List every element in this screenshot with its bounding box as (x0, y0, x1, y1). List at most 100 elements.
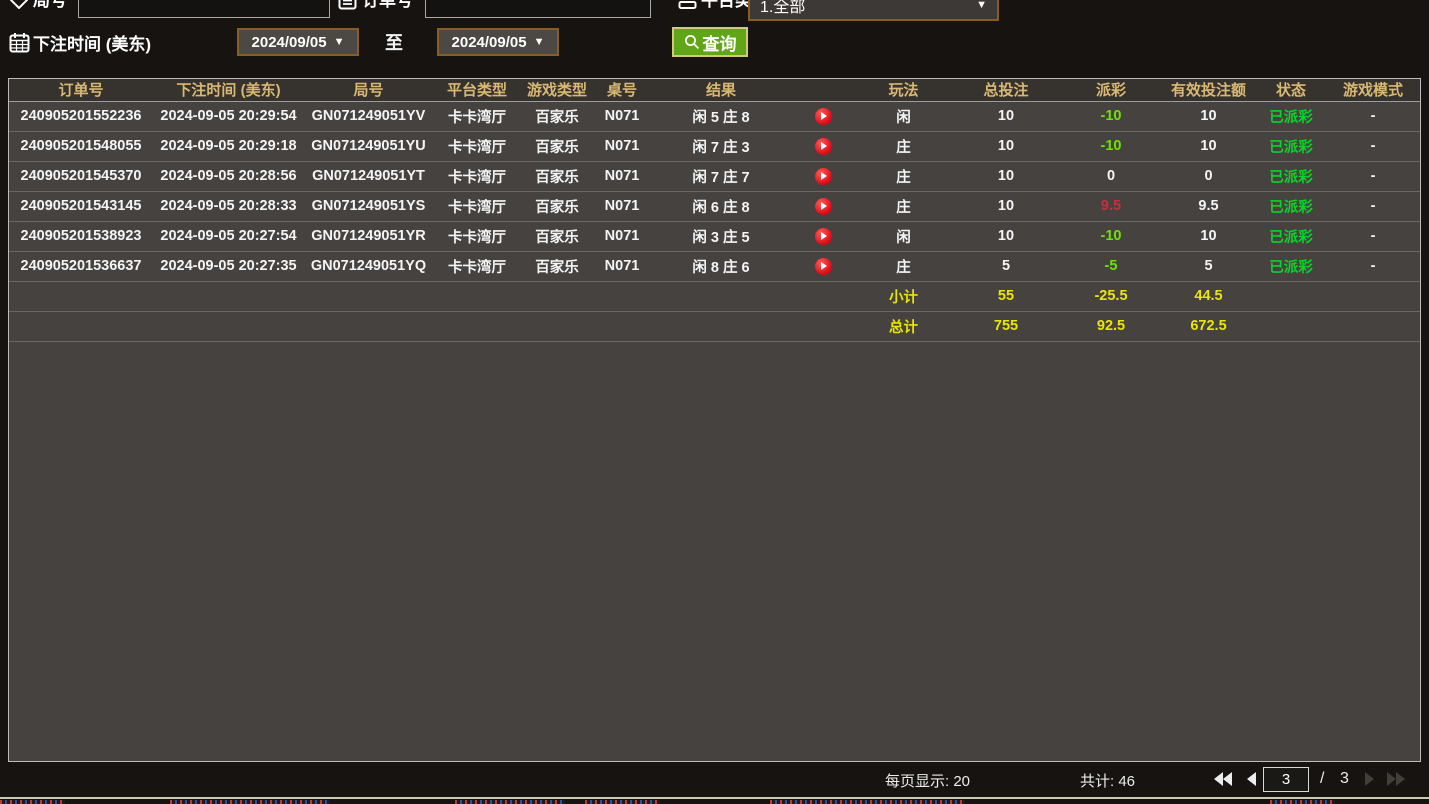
cell-bet-time: 2024-09-05 20:27:35 (153, 251, 304, 281)
subtotal-label: 小计 (856, 281, 951, 311)
page-separator: / (1320, 770, 1324, 788)
first-page-button[interactable] (1212, 769, 1234, 789)
cell-platform: 卡卡湾厅 (433, 191, 521, 221)
cell-bet-time: 2024-09-05 20:27:54 (153, 221, 304, 251)
cell-game-type: 百家乐 (521, 191, 593, 221)
platform-select-value: 1.全部 (760, 0, 805, 17)
table-row: 240905201538923 2024-09-05 20:27:54 GN07… (9, 221, 1420, 251)
cell-payout: 9.5 (1061, 191, 1161, 221)
table-row: 240905201545370 2024-09-05 20:28:56 GN07… (9, 161, 1420, 191)
prev-page-button[interactable] (1240, 769, 1262, 789)
table-row: 240905201536637 2024-09-05 20:27:35 GN07… (9, 251, 1420, 281)
cell-result: 闲 7 庄 7 (651, 161, 791, 191)
cell-result: 闲 7 庄 3 (651, 131, 791, 161)
round-input[interactable] (78, 0, 330, 18)
col-total-bet: 总投注 (951, 79, 1061, 101)
table-row: 240905201543145 2024-09-05 20:28:33 GN07… (9, 191, 1420, 221)
cell-bet-time: 2024-09-05 20:28:33 (153, 191, 304, 221)
background-divider (0, 797, 1429, 799)
last-page-icon (1386, 772, 1406, 786)
cell-game-mode: - (1326, 101, 1420, 131)
cell-total-bet: 10 (951, 131, 1061, 161)
cell-valid-bet: 10 (1161, 221, 1256, 251)
page-number-input[interactable] (1263, 767, 1309, 792)
cell-platform: 卡卡湾厅 (433, 101, 521, 131)
cell-platform: 卡卡湾厅 (433, 251, 521, 281)
date-to-picker[interactable]: 2024/09/05 ▼ (437, 28, 559, 56)
subtotal-valid-bet: 44.5 (1161, 281, 1256, 311)
background-roadmap-dots (170, 800, 330, 804)
play-icon (820, 262, 827, 270)
cell-status: 已派彩 (1256, 251, 1326, 281)
subtotal-row: 小计 55 -25.5 44.5 (9, 281, 1420, 311)
cell-game-type: 百家乐 (521, 221, 593, 251)
pagination-bar: 每页显示: 20 共计: 46 / 3 (0, 764, 1429, 796)
col-valid-bet: 有效投注额 (1161, 79, 1256, 101)
last-page-button[interactable] (1385, 769, 1407, 789)
cell-payout: -10 (1061, 131, 1161, 161)
col-play: 玩法 (856, 79, 951, 101)
cell-game-type: 百家乐 (521, 251, 593, 281)
cell-round-id: GN071249051YT (304, 161, 433, 191)
search-button[interactable]: 查询 (672, 27, 748, 57)
background-roadmap-dots (770, 800, 965, 804)
round-field-label: 局号 (33, 0, 67, 18)
cell-table-no: N071 (593, 161, 651, 191)
cell-play: 庄 (856, 131, 951, 161)
date-from-value: 2024/09/05 (252, 34, 327, 51)
col-game-type: 游戏类型 (521, 79, 593, 101)
cell-order-id: 240905201543145 (9, 191, 153, 221)
cell-order-id: 240905201552236 (9, 101, 153, 131)
first-page-icon (1213, 772, 1233, 786)
background-roadmap-dots (585, 800, 660, 804)
play-replay-button[interactable] (815, 138, 832, 155)
cell-result: 闲 8 庄 6 (651, 251, 791, 281)
grand-total-row: 总计 755 92.5 672.5 (9, 311, 1420, 341)
cell-status: 已派彩 (1256, 161, 1326, 191)
play-replay-button[interactable] (815, 108, 832, 125)
cell-table-no: N071 (593, 131, 651, 161)
cell-game-mode: - (1326, 131, 1420, 161)
cell-order-id: 240905201548055 (9, 131, 153, 161)
cell-game-type: 百家乐 (521, 161, 593, 191)
next-page-button[interactable] (1358, 769, 1380, 789)
bet-records-table: 订单号 下注时间 (美东) 局号 平台类型 游戏类型 桌号 结果 玩法 总投注 … (8, 78, 1421, 762)
cell-valid-bet: 10 (1161, 101, 1256, 131)
col-platform: 平台类型 (433, 79, 521, 101)
play-replay-button[interactable] (815, 258, 832, 275)
cell-play: 庄 (856, 161, 951, 191)
cell-status: 已派彩 (1256, 131, 1326, 161)
bet-time-label: 下注时间 (美东) (33, 24, 151, 60)
col-replay (791, 79, 856, 101)
platform-card-icon (676, 0, 698, 18)
col-order-id: 订单号 (9, 79, 153, 101)
cell-platform: 卡卡湾厅 (433, 161, 521, 191)
col-game-mode: 游戏模式 (1326, 79, 1420, 101)
cell-payout: 0 (1061, 161, 1161, 191)
cell-table-no: N071 (593, 221, 651, 251)
cell-valid-bet: 9.5 (1161, 191, 1256, 221)
grand-total-total-bet: 755 (951, 311, 1061, 341)
platform-select[interactable]: 1.全部 ▼ (748, 0, 999, 21)
play-replay-button[interactable] (815, 168, 832, 185)
play-icon (820, 172, 827, 180)
date-from-picker[interactable]: 2024/09/05 ▼ (237, 28, 359, 56)
prev-page-icon (1246, 772, 1257, 786)
cell-total-bet: 10 (951, 221, 1061, 251)
cell-game-type: 百家乐 (521, 131, 593, 161)
cell-total-bet: 10 (951, 191, 1061, 221)
grand-total-payout: 92.5 (1061, 311, 1161, 341)
cell-valid-bet: 10 (1161, 131, 1256, 161)
cell-game-mode: - (1326, 191, 1420, 221)
cell-status: 已派彩 (1256, 191, 1326, 221)
cell-platform: 卡卡湾厅 (433, 221, 521, 251)
table-row: 240905201552236 2024-09-05 20:29:54 GN07… (9, 101, 1420, 131)
chevron-down-icon: ▼ (976, 0, 987, 11)
date-range-separator: 至 (385, 28, 403, 56)
play-replay-button[interactable] (815, 198, 832, 215)
cell-play: 庄 (856, 191, 951, 221)
chevron-down-icon: ▼ (534, 36, 545, 48)
order-input[interactable] (425, 0, 651, 18)
play-replay-button[interactable] (815, 228, 832, 245)
cell-round-id: GN071249051YV (304, 101, 433, 131)
